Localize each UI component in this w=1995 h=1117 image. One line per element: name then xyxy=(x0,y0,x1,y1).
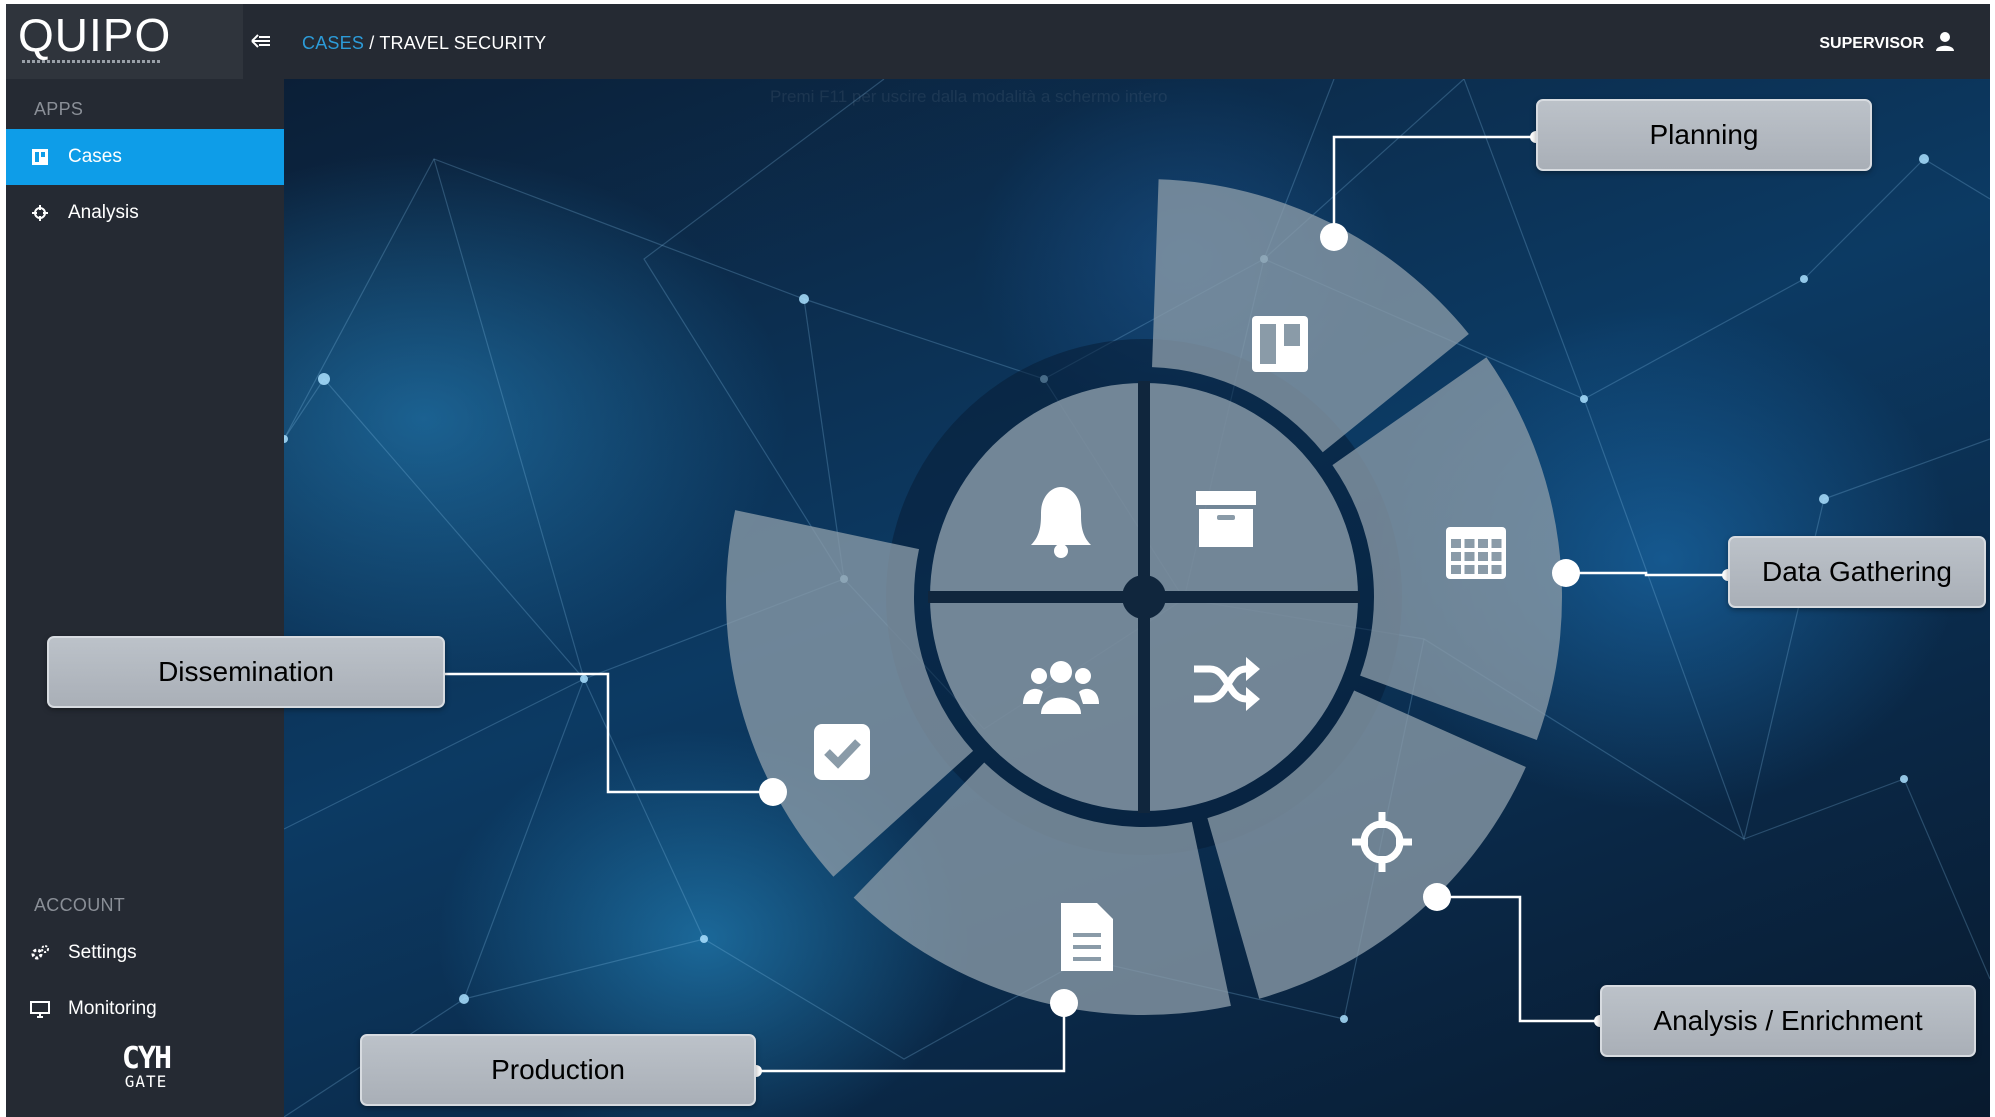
callout-planning[interactable]: Planning xyxy=(1536,99,1872,171)
sidebar-item-label: Cases xyxy=(68,146,122,167)
logo-area[interactable]: QUIPO xyxy=(6,4,243,79)
account-section-title: ACCOUNT xyxy=(34,895,126,915)
sidebar-item-cases[interactable]: Cases xyxy=(6,129,284,185)
connector-planning xyxy=(1332,135,1536,237)
sidebar-item-label: Analysis xyxy=(68,202,139,223)
breadcrumb-current: TRAVEL SECURITY xyxy=(379,33,547,53)
breadcrumb: CASES / TRAVEL SECURITY xyxy=(302,33,546,54)
sidebar-item-settings[interactable]: Settings xyxy=(6,925,284,981)
anchor-planning xyxy=(1320,223,1348,251)
table-icon[interactable] xyxy=(1446,527,1506,579)
user-role: SUPERVISOR xyxy=(1819,34,1924,52)
gears-icon xyxy=(30,943,50,963)
callout-data-gathering[interactable]: Data Gathering xyxy=(1728,536,1986,608)
check-square-icon[interactable] xyxy=(814,724,870,780)
company-logo: CYH GATE xyxy=(121,1041,172,1091)
user-icon xyxy=(1934,30,1956,57)
sidebar-item-monitoring[interactable]: Monitoring xyxy=(6,981,284,1037)
anchor-analysis xyxy=(1423,883,1451,911)
document-icon[interactable] xyxy=(1061,903,1113,971)
top-bar: QUIPO CASES / TRAVEL SECURITY SUPERVISOR xyxy=(6,4,1990,79)
callout-dissemination[interactable]: Dissemination xyxy=(47,636,445,708)
app-window: QUIPO CASES / TRAVEL SECURITY SUPERVISOR… xyxy=(6,4,1990,1117)
sidebar-item-analysis[interactable]: Analysis xyxy=(6,185,284,241)
breadcrumb-separator: / xyxy=(369,33,375,53)
board-icon xyxy=(30,147,50,167)
app-logo: QUIPO xyxy=(18,9,172,61)
anchor-data-gathering xyxy=(1552,559,1580,587)
connector-data-gathering xyxy=(1566,571,1728,577)
logo-tagline xyxy=(22,60,162,63)
user-menu[interactable]: SUPERVISOR xyxy=(1819,30,1956,57)
callout-production[interactable]: Production xyxy=(360,1034,756,1106)
crosshair-icon xyxy=(30,203,50,223)
collapse-sidebar-icon[interactable] xyxy=(248,30,274,54)
apps-section-title: APPS xyxy=(34,99,84,119)
archive-icon[interactable] xyxy=(1196,491,1256,547)
monitor-icon xyxy=(30,999,50,1019)
connector-analysis xyxy=(1437,895,1600,1023)
wheel-hub xyxy=(1122,575,1166,619)
sidebar-item-label: Monitoring xyxy=(68,998,157,1019)
callout-analysis-enrichment[interactable]: Analysis / Enrichment xyxy=(1600,985,1976,1057)
connector-production xyxy=(756,1003,1066,1073)
main-canvas: Premi F11 per uscire dalla modalità a sc… xyxy=(284,79,1990,1117)
connector-dissemination xyxy=(445,672,773,794)
sidebar: APPS Cases Analysis ACCOUNT Settings Mon xyxy=(6,79,284,1117)
anchor-dissemination xyxy=(759,778,787,806)
anchor-production xyxy=(1050,989,1078,1017)
sidebar-item-label: Settings xyxy=(68,942,137,963)
breadcrumb-cases-link[interactable]: CASES xyxy=(302,33,364,53)
board-icon[interactable] xyxy=(1252,316,1308,372)
